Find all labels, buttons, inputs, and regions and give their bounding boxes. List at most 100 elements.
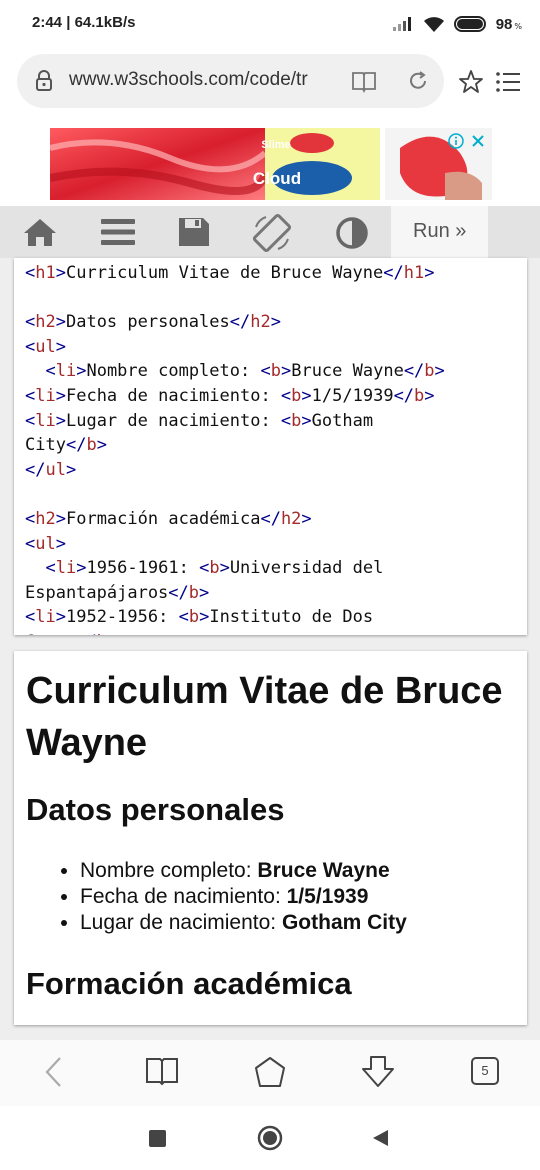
network-speed: 64.1kB/s (74, 14, 136, 31)
code-tag: <li> (45, 361, 87, 382)
star-icon[interactable] (458, 69, 484, 95)
status-bar: 2:44 | 64.1kB/s 98 % (0, 0, 540, 50)
editor-toolbar: Run » (0, 206, 540, 258)
result-subheading-personal: Datos personales (26, 792, 285, 827)
result-pane: Curriculum Vitae de Bruce Wayne Datos pe… (14, 651, 527, 1025)
tabs-button[interactable]: 5 (471, 1057, 499, 1085)
ad-banner[interactable]: Slime Cloud (0, 120, 540, 206)
code-tag: <ul> (25, 336, 66, 357)
code-text-segment: Datos personales (65, 312, 230, 333)
code-text-segment: Nombre completo: (86, 361, 261, 382)
code-text-segment: 1952-1956: (65, 607, 179, 628)
bookmarks-icon[interactable] (145, 1056, 179, 1086)
contrast-icon[interactable] (335, 216, 369, 250)
battery-unit: % (514, 21, 522, 31)
result-subheading-education: Formación académica (26, 966, 352, 1001)
personal-data-list: Nombre completo: Bruce Wayne Fecha de na… (80, 858, 407, 936)
browser-bottom-nav: 5 (0, 1040, 540, 1106)
code-text-segment (25, 558, 45, 578)
code-text-segment: Fecha de nacimiento: (65, 385, 281, 406)
signal-icon (392, 17, 411, 31)
code-tag: <h1> (25, 263, 66, 283)
item-value: Bruce Wayne (257, 859, 390, 882)
code-text-segment: Curriculum Vitae de Bruce Wayne (65, 263, 384, 283)
code-tag: <li> (25, 385, 66, 406)
system-nav-bar (0, 1106, 540, 1170)
code-line: <h2>Datos personales</h2> (25, 312, 281, 332)
reader-mode-icon[interactable] (351, 69, 377, 93)
code-tag: <b> (199, 558, 230, 579)
back-system-icon[interactable] (371, 1129, 389, 1147)
ad-brand-bottom: Cloud (252, 169, 302, 188)
code-editor[interactable]: <h1>Curriculum Vitae de Bruce Wayne</h1>… (14, 258, 527, 635)
status-icons: 98 % (392, 12, 522, 36)
code-tag: <h2> (25, 312, 66, 333)
code-tag: <b> (280, 410, 312, 431)
code-text-segment: Caras (25, 632, 76, 635)
address-bar[interactable]: www.w3schools.com/code/tr (17, 54, 444, 108)
code-text-segment: Instituto de Dos (209, 607, 374, 628)
menu-list-icon[interactable] (494, 69, 522, 95)
item-value: Gotham City (281, 911, 407, 934)
url-text[interactable]: www.w3schools.com/code/tr (69, 69, 327, 91)
code-tag: <li> (25, 410, 66, 431)
code-tag: <h2> (25, 508, 66, 529)
code-line: <li>Nombre completo: <b>Bruce Wayne</b> (25, 361, 444, 382)
code-line: Caras</b> (25, 632, 117, 635)
browser-top-bar: www.w3schools.com/code/tr (0, 50, 540, 120)
code-tag: <b> (260, 361, 292, 382)
status-time: 2:44 | 64.1kB/s (32, 14, 136, 31)
code-line: City</b> (25, 435, 107, 455)
code-tag: </b> (65, 435, 107, 456)
list-item: Nombre completo: Bruce Wayne (80, 858, 407, 884)
ad-brand-top: Slime (261, 139, 291, 151)
code-line: </ul> (25, 460, 76, 480)
code-tag: </h2> (260, 508, 312, 529)
code-text[interactable]: <h1>Curriculum Vitae de Bruce Wayne</h1>… (14, 258, 527, 635)
run-button[interactable]: Run » (391, 206, 488, 258)
code-tag: <b> (280, 385, 312, 406)
rotate-layout-icon[interactable] (252, 213, 292, 253)
recents-icon[interactable] (149, 1130, 166, 1147)
code-tag: <ul> (25, 533, 66, 554)
code-line: <ul> (25, 534, 66, 554)
home-system-icon[interactable] (257, 1125, 283, 1151)
code-tag: </ul> (25, 459, 77, 480)
code-text-segment: Formación académica (65, 508, 261, 529)
info-icon[interactable] (448, 133, 464, 149)
code-text-segment: Universidad del (229, 558, 384, 579)
code-text-segment (25, 361, 45, 381)
code-tag: </b> (168, 582, 210, 603)
code-text-segment: City (25, 435, 66, 456)
code-tag: </h2> (229, 312, 281, 333)
lock-icon (36, 70, 52, 91)
save-icon[interactable] (177, 216, 211, 248)
run-button-label: Run » (413, 220, 467, 242)
back-icon[interactable] (42, 1055, 66, 1089)
list-item: Lugar de nacimiento: Gotham City (80, 910, 407, 936)
download-icon[interactable] (360, 1055, 396, 1089)
code-line: <h1>Curriculum Vitae de Bruce Wayne</h1> (25, 263, 434, 283)
battery-icon (453, 16, 486, 32)
tab-count: 5 (481, 1063, 489, 1078)
item-label: Fecha de nacimiento: (80, 885, 287, 908)
code-line: <li>1952-1956: <b>Instituto de Dos (25, 607, 373, 627)
code-text-segment: 1/5/1939 (311, 385, 394, 406)
code-text-segment: Lugar de nacimiento: (65, 410, 281, 431)
code-text-segment: Gotham (311, 410, 374, 431)
code-tag: </h1> (383, 263, 435, 283)
close-icon[interactable] (470, 133, 486, 149)
code-text-segment: Espantapájaros (25, 582, 169, 603)
code-tag: <li> (25, 607, 66, 628)
code-tag: <li> (45, 558, 87, 579)
code-line: <ul> (25, 337, 66, 357)
code-line: <h2>Formación académica</h2> (25, 509, 312, 529)
item-value: 1/5/1939 (286, 885, 369, 908)
list-item: Fecha de nacimiento: 1/5/1939 (80, 884, 407, 910)
menu-icon[interactable] (100, 217, 136, 247)
home-nav-icon[interactable] (253, 1055, 287, 1089)
home-icon[interactable] (22, 217, 58, 247)
reload-icon[interactable] (406, 69, 430, 93)
result-heading: Curriculum Vitae de Bruce Wayne (26, 670, 503, 764)
code-line: Espantapájaros</b> (25, 583, 209, 603)
